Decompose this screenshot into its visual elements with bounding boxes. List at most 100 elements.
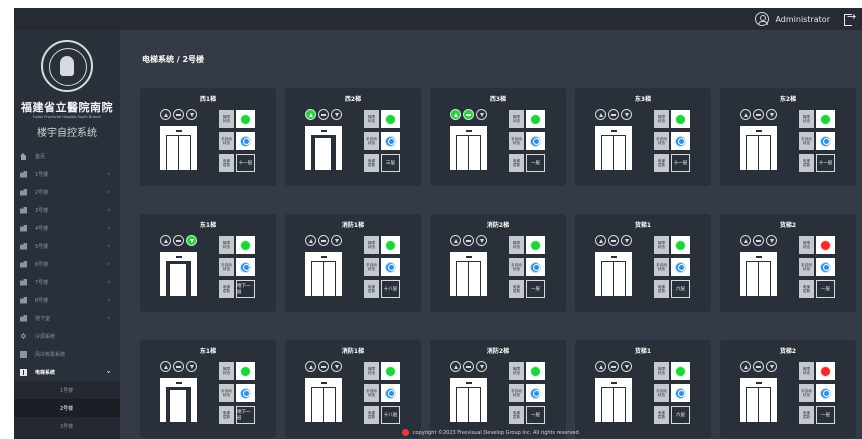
floor-value: 地下一层 — [236, 280, 255, 298]
status-ok-indicator — [241, 366, 250, 376]
auto-status-value — [526, 258, 545, 276]
sidebar-item[interactable]: 首页 — [14, 147, 120, 165]
auto-label-line: 状态 — [222, 393, 231, 397]
auto-status-row: 手自动 状态 — [219, 257, 259, 277]
auto-label-line: 状态 — [657, 267, 666, 271]
elevator-door-icon — [305, 126, 342, 170]
sidebar-item[interactable]: 6号楼 › — [14, 255, 120, 273]
auto-label: 手自动 状态 — [219, 384, 234, 402]
down-arrow-icon — [476, 109, 487, 120]
auto-status-value — [816, 258, 835, 276]
auto-label: 手自动 状态 — [364, 384, 379, 402]
elevator-card: 消防2梯 故障 状态 手自动 状态 电梯 层数 一层 — [430, 214, 566, 312]
sidebar-item[interactable]: ✲ 冷源系统 — [14, 327, 120, 345]
fault-status-row: 故障 状态 — [364, 235, 404, 255]
direction-indicators — [450, 361, 487, 372]
floor-label: 电梯 层数 — [799, 406, 814, 424]
door-opening — [746, 135, 771, 170]
chevron-right-icon: › — [107, 224, 110, 232]
floor-indicator — [756, 256, 762, 258]
sidebar-item-label: 7号楼 — [35, 279, 49, 286]
auto-label-line: 状态 — [802, 141, 811, 145]
logout-icon[interactable] — [844, 10, 856, 26]
auto-label: 手自动 状态 — [654, 132, 669, 150]
auto-status-value — [816, 132, 835, 150]
submenu-item[interactable]: 3号楼 — [14, 417, 120, 435]
down-arrow-icon — [331, 361, 342, 372]
door-opening — [311, 387, 336, 422]
auto-status-row: 手自动 状态 — [219, 383, 259, 403]
sidebar-item[interactable]: 4号楼 › — [14, 219, 120, 237]
floor-label: 电梯 层数 — [799, 154, 814, 172]
elevator-door-icon — [740, 252, 777, 296]
floor-label: 电梯 层数 — [509, 406, 524, 424]
floor-label-line: 层数 — [512, 163, 521, 167]
sidebar-item[interactable]: 电梯系统 › — [14, 363, 120, 381]
sidebar-item[interactable]: 2号楼 › — [14, 183, 120, 201]
user-menu[interactable]: Administrator — [755, 12, 830, 26]
elevator-name: 东3梯 — [634, 96, 652, 103]
floor-label: 电梯 层数 — [219, 406, 234, 424]
door-opening — [311, 261, 336, 296]
copyright-text: copyright ©2023 Fivevisual Develop Group… — [412, 430, 581, 436]
status-ok-indicator — [676, 366, 685, 376]
auto-label: 手自动 状态 — [364, 132, 379, 150]
chevron-right-icon: › — [107, 188, 110, 196]
elevator-name: 消防2梯 — [486, 222, 510, 229]
sidebar-item[interactable]: 3号楼 › — [14, 201, 120, 219]
fault-label-line: 状态 — [367, 371, 376, 375]
sidebar-item[interactable]: 1号楼 › — [14, 165, 120, 183]
auto-label: 手自动 状态 — [799, 384, 814, 402]
fault-label: 故障 状态 — [364, 110, 379, 128]
sidebar-item[interactable]: 7号楼 › — [14, 273, 120, 291]
elevator-card: 货梯2 故障 状态 手自动 状态 电梯 层数 一层 — [720, 214, 856, 312]
up-arrow-icon — [595, 109, 606, 120]
floor-indicator — [611, 382, 617, 384]
floor-label: 电梯 层数 — [509, 280, 524, 298]
fault-status-row: 故障 状态 — [509, 235, 549, 255]
up-arrow-icon — [595, 361, 606, 372]
down-arrow-icon — [476, 361, 487, 372]
company-logo-icon — [401, 429, 409, 436]
auto-status-row: 手自动 状态 — [654, 257, 694, 277]
auto-label: 手自动 状态 — [509, 132, 524, 150]
floor-label-line: 层数 — [802, 289, 811, 293]
auto-mode-icon — [675, 135, 686, 147]
submenu-item[interactable]: 4号楼 — [14, 435, 120, 439]
status-ok-indicator — [531, 366, 540, 376]
elevator-door-icon — [450, 126, 487, 170]
auto-status-row: 手自动 状态 — [219, 131, 259, 151]
auto-status-value — [381, 258, 400, 276]
down-arrow-icon — [186, 109, 197, 120]
floor-indicator — [321, 382, 327, 384]
floor-label: 电梯 层数 — [799, 280, 814, 298]
submenu-item[interactable]: 1号楼 — [14, 381, 120, 399]
direction-indicators — [305, 109, 342, 120]
sidebar-item-label: 8号楼 — [35, 297, 49, 304]
status-panel: 故障 状态 手自动 状态 电梯 层数 十一层 — [799, 109, 839, 175]
elevator-grid: 西1梯 故障 状态 手自动 状态 电梯 层数 十一层 西2梯 故障 状态 手自动 状态 电梯 层数 三层 西3梯… — [140, 88, 858, 438]
up-arrow-icon — [450, 109, 461, 120]
auto-label-line: 状态 — [222, 141, 231, 145]
sidebar-item[interactable]: 风冷热泵系统 — [14, 345, 120, 363]
auto-status-value — [526, 132, 545, 150]
status-panel: 故障 状态 手自动 状态 电梯 层数 一层 — [509, 109, 549, 175]
logo — [14, 30, 120, 102]
fault-status-value — [236, 236, 255, 254]
fault-label: 故障 状态 — [219, 110, 234, 128]
floor-indicator — [176, 256, 182, 258]
sidebar-item[interactable]: 5号楼 › — [14, 237, 120, 255]
sidebar-item[interactable]: 8号楼 › — [14, 291, 120, 309]
floor-indicator — [756, 382, 762, 384]
submenu-item[interactable]: 2号楼 — [14, 399, 120, 417]
chevron-right-icon: › — [107, 170, 110, 178]
direction-indicators — [160, 235, 197, 246]
auto-label: 手自动 状态 — [654, 384, 669, 402]
elevator-card: 西3梯 故障 状态 手自动 状态 电梯 层数 一层 — [430, 88, 566, 186]
status-panel: 故障 状态 手自动 状态 电梯 层数 一层 — [799, 235, 839, 301]
floor-label: 电梯 层数 — [654, 406, 669, 424]
floor-value: 三层 — [381, 154, 400, 172]
elevator-door-icon — [740, 126, 777, 170]
fault-label-line: 状态 — [367, 245, 376, 249]
sidebar-item[interactable]: 地下室 › — [14, 309, 120, 327]
